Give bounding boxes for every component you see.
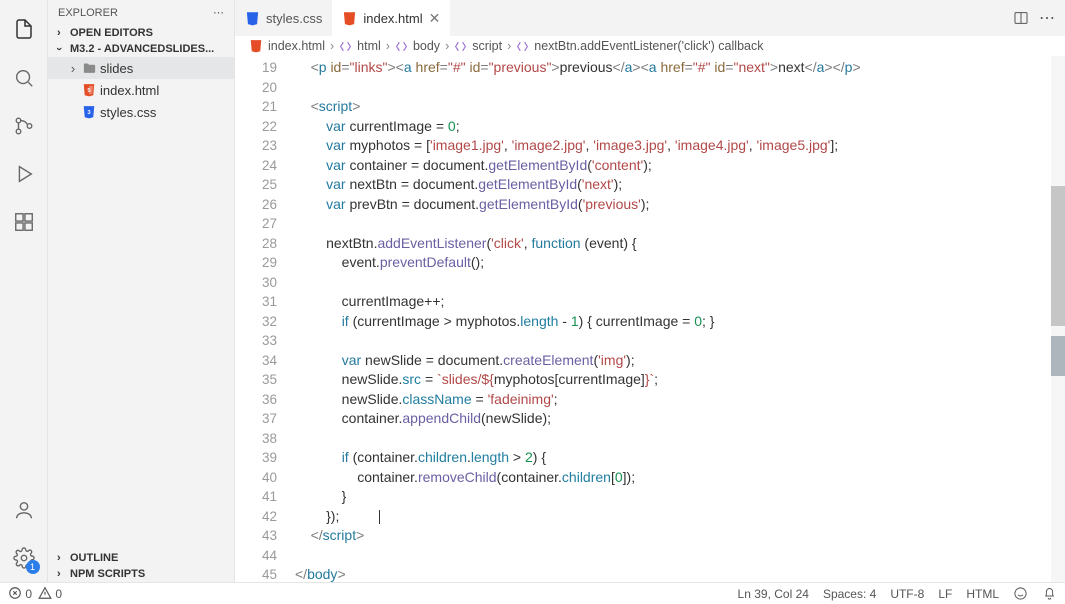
debug-icon[interactable] xyxy=(10,160,38,188)
search-icon[interactable] xyxy=(10,64,38,92)
chevron-right-icon: › xyxy=(57,568,61,580)
explorer-icon[interactable] xyxy=(10,16,38,44)
html-file-icon: 5 xyxy=(80,83,98,97)
close-icon[interactable]: ✕ xyxy=(429,10,441,27)
scroll-thumb[interactable] xyxy=(1051,186,1065,326)
sidebar: EXPLORER ⋯ › OPEN EDITORS › M3.2 - ADVAN… xyxy=(48,0,235,582)
language-mode[interactable]: HTML xyxy=(966,587,999,601)
settings-badge: 1 xyxy=(26,560,40,574)
sidebar-more-icon[interactable]: ⋯ xyxy=(213,6,224,19)
error-count[interactable]: 0 xyxy=(8,586,32,601)
tab-styles[interactable]: styles.css xyxy=(235,0,332,36)
html-file-icon xyxy=(342,11,357,26)
status-bar: 0 0 Ln 39, Col 24 Spaces: 4 UTF-8 LF HTM… xyxy=(0,582,1065,604)
warning-count[interactable]: 0 xyxy=(38,586,62,601)
minimap-highlight xyxy=(1051,336,1065,376)
eol-mode[interactable]: LF xyxy=(938,587,952,601)
chevron-right-icon: › xyxy=(57,552,61,564)
breadcrumb[interactable]: index.html› html› body› script› nextBtn.… xyxy=(235,36,1065,56)
tree-file-styles[interactable]: 3 styles.css xyxy=(48,101,234,123)
html-file-icon xyxy=(249,39,263,53)
sidebar-title: EXPLORER xyxy=(58,7,118,19)
feedback-icon[interactable] xyxy=(1013,586,1028,601)
outline-section[interactable]: › OUTLINE xyxy=(48,550,234,566)
cursor-position[interactable]: Ln 39, Col 24 xyxy=(738,587,809,601)
account-icon[interactable] xyxy=(10,496,38,524)
symbol-icon xyxy=(395,40,408,53)
tab-index[interactable]: index.html ✕ xyxy=(332,0,450,36)
file-encoding[interactable]: UTF-8 xyxy=(890,587,924,601)
tab-bar: styles.css index.html ✕ ⋯ xyxy=(235,0,1065,36)
split-editor-icon[interactable] xyxy=(1013,10,1029,26)
code-content[interactable]: <p id="links"><a href="#" id="previous">… xyxy=(295,56,1065,582)
indent-spaces[interactable]: Spaces: 4 xyxy=(823,587,876,601)
symbol-icon xyxy=(454,40,467,53)
tree-folder-slides[interactable]: › slides xyxy=(48,57,234,79)
line-number-gutter: 1920212223242526272829303132333435363738… xyxy=(235,56,295,582)
folder-icon xyxy=(80,61,98,76)
tree-file-index[interactable]: 5 index.html xyxy=(48,79,234,101)
activity-bar: 1 xyxy=(0,0,48,582)
bell-icon[interactable] xyxy=(1042,586,1057,601)
css-file-icon: 3 xyxy=(80,105,98,119)
extensions-icon[interactable] xyxy=(10,208,38,236)
chevron-down-icon: › xyxy=(53,47,65,51)
open-editors-section[interactable]: › OPEN EDITORS xyxy=(48,25,234,41)
npm-scripts-section[interactable]: › NPM SCRIPTS xyxy=(48,566,234,582)
css-file-icon xyxy=(245,11,260,26)
workspace-section[interactable]: › M3.2 - ADVANCEDSLIDES... xyxy=(48,41,234,57)
chevron-right-icon: › xyxy=(57,27,61,39)
symbol-icon xyxy=(339,40,352,53)
scrollbar[interactable] xyxy=(1051,56,1065,582)
symbol-icon xyxy=(516,40,529,53)
code-editor[interactable]: 1920212223242526272829303132333435363738… xyxy=(235,56,1065,582)
settings-icon[interactable]: 1 xyxy=(10,544,38,572)
more-actions-icon[interactable]: ⋯ xyxy=(1039,8,1055,28)
chevron-right-icon: › xyxy=(66,61,80,76)
source-control-icon[interactable] xyxy=(10,112,38,140)
